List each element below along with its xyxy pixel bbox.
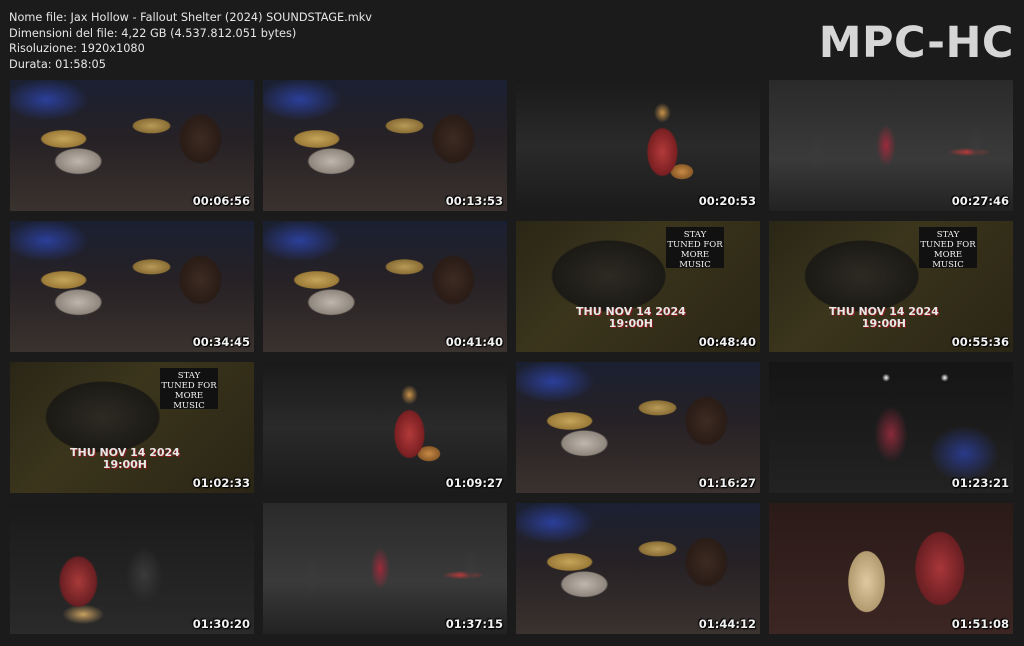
thumbnail-frame [263, 221, 507, 352]
event-date-text: THU NOV 14 2024 19:00H [829, 306, 939, 330]
thumbnail: STAY TUNED FOR MORE MUSIC THU NOV 14 2024… [10, 362, 254, 493]
thumbnail: 00:13:53 [263, 80, 507, 211]
thumbnail: 01:37:15 [263, 503, 507, 634]
thumbnail-frame [516, 362, 760, 493]
thumbnail: 01:51:08 [769, 503, 1013, 634]
stay-tuned-text: STAY TUNED FOR MORE MUSIC [160, 368, 218, 411]
thumbnail-timestamp: 00:48:40 [698, 335, 756, 349]
thumbnail-timestamp: 01:44:12 [698, 617, 756, 631]
thumbnail: 01:44:12 [516, 503, 760, 634]
thumbnail-timestamp: 00:13:53 [445, 194, 503, 208]
thumbnail-frame [263, 362, 507, 493]
thumbnail-timestamp: 00:41:40 [445, 335, 503, 349]
thumbnail: STAY TUNED FOR MORE MUSIC THU NOV 14 2024… [769, 221, 1013, 352]
thumbnail-frame [516, 80, 760, 211]
thumbnail-timestamp: 00:20:53 [698, 194, 756, 208]
thumbnail: STAY TUNED FOR MORE MUSIC THU NOV 14 2024… [516, 221, 760, 352]
thumbnail: 01:09:27 [263, 362, 507, 493]
thumbnail: 00:41:40 [263, 221, 507, 352]
thumbnail-timestamp: 00:55:36 [951, 335, 1009, 349]
event-time: 19:00H [861, 317, 907, 330]
thumbnail-timestamp: 01:16:27 [698, 476, 756, 490]
thumbnail-timestamp: 00:34:45 [192, 335, 250, 349]
thumbnail-frame [10, 503, 254, 634]
thumbnail-frame [10, 221, 254, 352]
thumbnail-timestamp: 01:09:27 [445, 476, 503, 490]
thumbnail-frame: STAY TUNED FOR MORE MUSIC THU NOV 14 2024… [10, 362, 254, 493]
thumbnail: 00:27:46 [769, 80, 1013, 211]
event-date-text: THU NOV 14 2024 19:00H [576, 306, 686, 330]
thumbnail-frame [516, 503, 760, 634]
thumbnail-frame [769, 80, 1013, 211]
thumbnail: 00:06:56 [10, 80, 254, 211]
thumbnail: 00:20:53 [516, 80, 760, 211]
event-date-text: THU NOV 14 2024 19:00H [70, 447, 180, 471]
thumbnail: 01:16:27 [516, 362, 760, 493]
thumbnail-frame: STAY TUNED FOR MORE MUSIC THU NOV 14 2024… [769, 221, 1013, 352]
thumbnail-timestamp: 01:51:08 [951, 617, 1009, 631]
stay-tuned-text: STAY TUNED FOR MORE MUSIC [666, 227, 724, 270]
thumbnail-frame [263, 503, 507, 634]
thumbnail-frame [10, 80, 254, 211]
thumbnail: 00:34:45 [10, 221, 254, 352]
thumbnail-timestamp: 01:30:20 [192, 617, 250, 631]
thumbnail-timestamp: 01:37:15 [445, 617, 503, 631]
thumbnail-timestamp: 01:02:33 [192, 476, 250, 490]
thumbnail: 01:30:20 [10, 503, 254, 634]
thumbnail: 01:23:21 [769, 362, 1013, 493]
thumbnail-timestamp: 01:23:21 [951, 476, 1009, 490]
thumbnail-frame [769, 503, 1013, 634]
thumbnail-timestamp: 00:06:56 [192, 194, 250, 208]
thumbnail-frame [263, 80, 507, 211]
thumbnail-grid: 00:06:56 00:13:53 00:20:53 00:27:46 00:34:45… [0, 0, 1024, 646]
event-time: 19:00H [102, 458, 148, 471]
stay-tuned-text: STAY TUNED FOR MORE MUSIC [919, 227, 977, 270]
thumbnail-frame: STAY TUNED FOR MORE MUSIC THU NOV 14 2024… [516, 221, 760, 352]
thumbnail-timestamp: 00:27:46 [951, 194, 1009, 208]
event-time: 19:00H [608, 317, 654, 330]
thumbnail-frame [769, 362, 1013, 493]
